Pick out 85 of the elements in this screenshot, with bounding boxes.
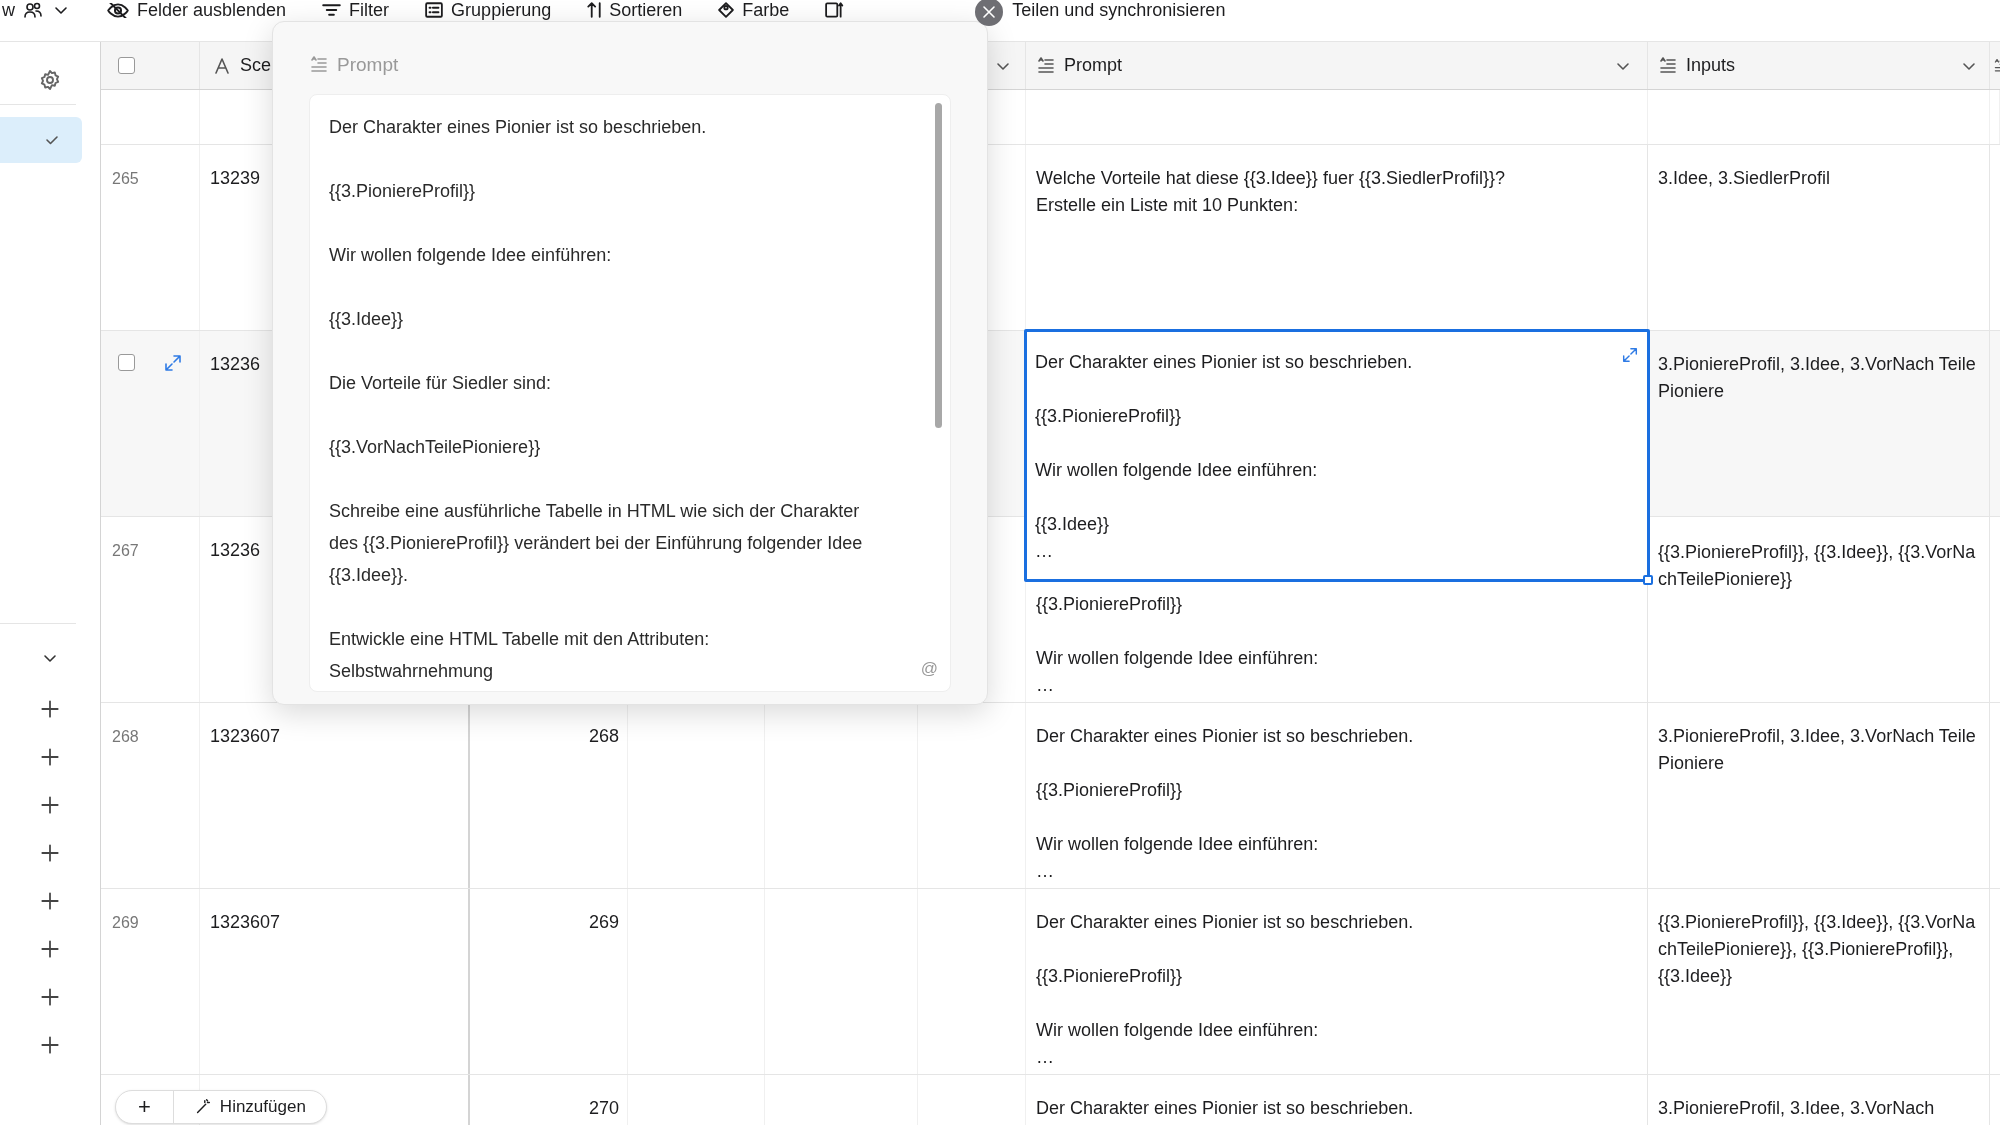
table-cell: 3.Idee, 3.SiedlerProfil xyxy=(1658,168,1831,188)
add-row-button[interactable]: + xyxy=(116,1091,174,1123)
table-cell: 13239 xyxy=(210,168,261,188)
filter-icon xyxy=(322,4,342,16)
table-cell: 269 xyxy=(588,912,619,932)
cell-paragraph: Der Charakter eines Pionier ist so beschrieben. xyxy=(1035,351,1414,374)
color-button[interactable]: Farbe xyxy=(718,0,790,20)
plus-icon[interactable] xyxy=(39,986,61,1008)
eye-slash-icon xyxy=(107,2,129,18)
hide-button[interactable]: Felder ausblenden xyxy=(107,0,287,20)
field-label: Prompt xyxy=(337,53,399,77)
sort-button[interactable]: Sortieren xyxy=(587,0,683,20)
cell-paragraph: {{3.PioniereProfil}} xyxy=(1036,593,1184,616)
cell-paragraph: {{3.Idee}} xyxy=(1035,513,1111,536)
cell-paragraph: Der Charakter eines Pionier ist so beschrieben. xyxy=(1036,911,1415,934)
prompt-paragraph: Schreibe eine ausführliche Tabelle in HTML wie sich der Charakter des {{3.PioniereProfil}} verändert bei der Einführung folgender Idee {{3.Idee}}. xyxy=(329,499,864,587)
cell-paragraph: {{3.PioniereProfil}} xyxy=(1035,405,1183,428)
scrollbar-thumb[interactable] xyxy=(935,102,942,428)
expand-icon[interactable] xyxy=(163,353,183,373)
table-cell: 3.PioniereProfil, 3.Idee, 3.VorNach xyxy=(1658,1098,1935,1118)
prompt-text-area[interactable] xyxy=(309,93,951,692)
column-title: Prompt xyxy=(1064,54,1123,77)
prompt-paragraph: {{3.Idee}} xyxy=(329,307,405,331)
letter-a-icon xyxy=(212,55,232,76)
cell-paragraph: Der Charakter eines Pionier ist so beschrieben. xyxy=(1036,725,1415,748)
plus-icon[interactable] xyxy=(39,794,61,816)
cell-paragraph: {{3.PioniereProfil}} xyxy=(1036,965,1184,988)
row-number: 267 xyxy=(112,541,139,561)
cell-paragraph: Der Charakter eines Pionier ist so beschrieben. xyxy=(1036,1097,1415,1120)
add-button[interactable]: Hinzufügen xyxy=(173,1091,326,1123)
table-cell: 3.PioniereProfil, 3.Idee, 3.VorNach TeilePioniere xyxy=(1658,354,1976,401)
prompt-paragraph: Die Vorteile für Siedler sind: xyxy=(329,371,553,395)
sort-icon xyxy=(587,2,602,18)
cell-paragraph: Wir wollen folgende Idee einführen: xyxy=(1036,833,1320,856)
row-number: 268 xyxy=(112,727,139,747)
table-cell: 13236 xyxy=(210,540,261,560)
expand-icon[interactable] xyxy=(1621,346,1639,364)
ellipsis-text: … xyxy=(1036,674,1055,697)
ellipsis-text: … xyxy=(1036,1046,1055,1069)
column-header[interactable]: Inputs xyxy=(1648,42,1990,89)
long-text-icon xyxy=(1036,55,1056,76)
share-sync-button[interactable]: Teilen und synchronisieren xyxy=(1012,0,1226,20)
plus-icon[interactable] xyxy=(39,698,61,720)
plus-icon[interactable] xyxy=(39,746,61,768)
row-height-icon[interactable] xyxy=(825,2,845,18)
list-icon xyxy=(425,2,444,18)
plus-icon[interactable] xyxy=(39,938,61,960)
prompt-paragraph: Wir wollen folgende Idee einführen: xyxy=(329,243,613,267)
prompt-paragraph: {{3.VorNachTeilePioniere}} xyxy=(329,435,542,459)
ellipsis-text: … xyxy=(1036,860,1055,883)
row-number: 265 xyxy=(112,169,139,189)
paint-icon xyxy=(718,2,735,18)
group-button[interactable]: Gruppierung xyxy=(425,0,552,20)
filter-button[interactable]: Filter xyxy=(322,0,390,20)
table-cell: 13236 xyxy=(210,354,261,374)
table-cell: 3.PioniereProfil, 3.Idee, 3.VorNach TeilePioniere xyxy=(1658,726,1976,773)
table-cell: 1323607 xyxy=(210,726,281,746)
view-name[interactable]: w xyxy=(2,0,15,20)
cell-paragraph: Wir wollen folgende Idee einführen: xyxy=(1036,647,1320,670)
prompt-paragraph: {{3.PioniereProfil}} xyxy=(329,179,477,203)
prompt-paragraph: Der Charakter eines Pionier ist so beschrieben. xyxy=(329,115,708,139)
table-cell: 1323607 xyxy=(210,912,281,932)
table-cell: {{3.PioniereProfil}}, {{3.Idee}}, {{3.VorNachTeilePioniere}}, {{3.PioniereProfil}}, {{3.Idee}} xyxy=(1658,912,1976,986)
long-text-icon xyxy=(1658,55,1678,76)
table-cell: 270 xyxy=(588,1098,619,1118)
prompt-paragraph: Entwickle eine HTML Tabelle mit den Attributen: Selbstwahrnehmung xyxy=(329,627,711,683)
row-number: 269 xyxy=(112,913,139,933)
column-title: Inputs xyxy=(1686,54,1736,77)
ellipsis-text: … xyxy=(1035,540,1054,563)
column-title: Sce xyxy=(240,54,272,77)
row-checkbox[interactable] xyxy=(118,354,135,371)
column-header[interactable]: Prompt xyxy=(1026,42,1648,89)
cell-editor[interactable]: Der Charakter eines Pionier ist so beschrieben. {{3.PioniereProfil}} Wir wollen folgende Idee einführen: {{3.Idee}} … xyxy=(1024,329,1650,582)
table-cell: {{3.PioniereProfil}}, {{3.Idee}}, {{3.VorNachTeilePioniere}} xyxy=(1658,542,1976,589)
cell-paragraph: {{3.PioniereProfil}} xyxy=(1036,779,1184,802)
cell-paragraph: Wir wollen folgende Idee einführen: xyxy=(1035,459,1319,482)
cell-paragraph: Wir wollen folgende Idee einführen: xyxy=(1036,1019,1320,1042)
settings-icon[interactable] xyxy=(38,68,62,92)
people-icon[interactable] xyxy=(23,0,43,20)
plus-icon[interactable] xyxy=(39,1034,61,1056)
plus-icon[interactable] xyxy=(39,890,61,912)
select-all-checkbox[interactable] xyxy=(118,57,135,74)
table-cell: 268 xyxy=(588,726,619,746)
plus-icon[interactable] xyxy=(39,842,61,864)
cell-paragraph: Welche Vorteile hat diese {{3.Idee}} fuer {{3.SiedlerProfil}}? Erstelle ein Liste mit 10 Punkten: xyxy=(1036,167,1506,217)
